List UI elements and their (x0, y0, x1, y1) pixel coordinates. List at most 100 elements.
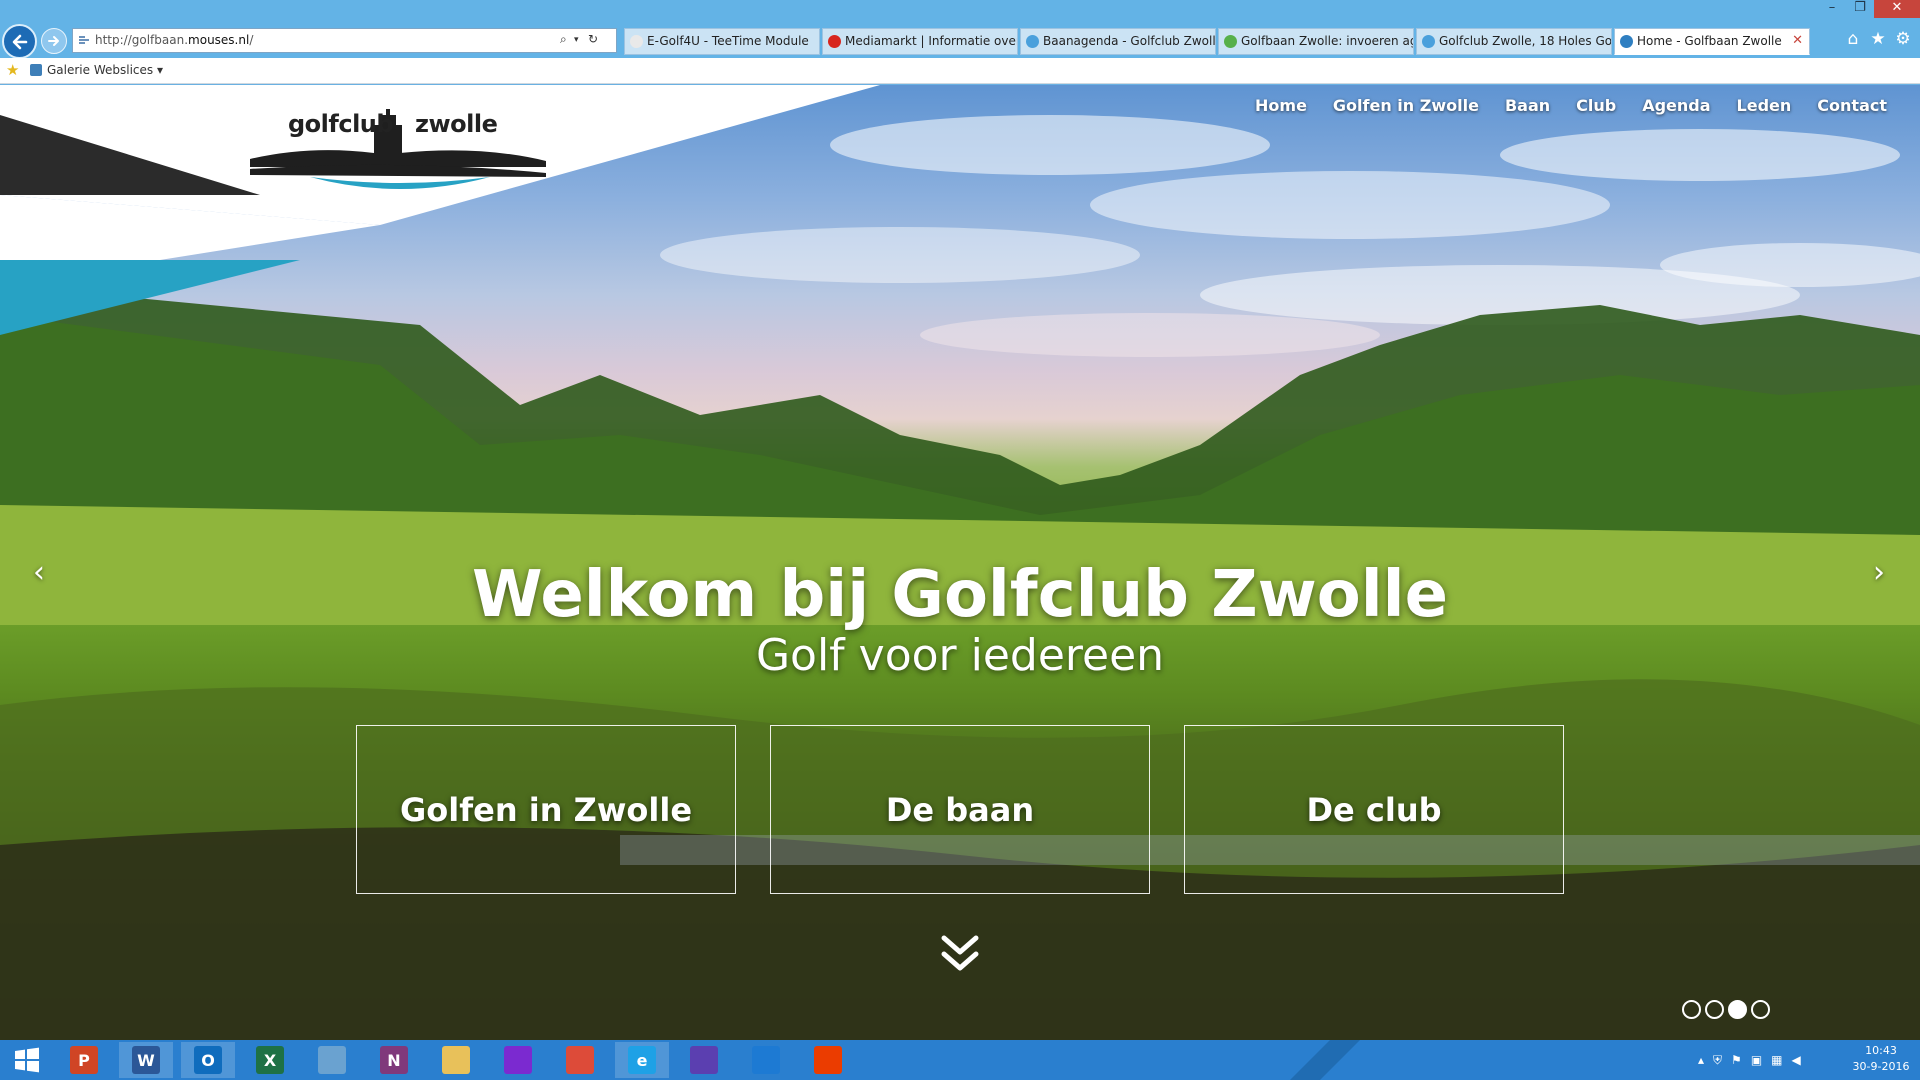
tray-security-icon[interactable]: ⛨ (1713, 1053, 1722, 1068)
start-button[interactable] (0, 1042, 54, 1078)
webslices-label: Galerie Webslices (47, 63, 154, 77)
taskbar-app-button[interactable] (739, 1042, 793, 1078)
cta-label: De baan (885, 790, 1035, 829)
tab-favicon-icon (828, 35, 841, 48)
windows-logo-icon (15, 1047, 39, 1073)
browser-tab[interactable]: E-Golf4U - TeeTime Module (624, 28, 820, 55)
tab-label: Golfclub Zwolle, 18 Holes Golf... (1439, 34, 1612, 48)
browser-titlebar: – ❐ ✕ http://golfbaan.mouses.nl/ ⌕ ▾ ↻ E… (0, 0, 1920, 62)
tab-label: Golfbaan Zwolle: invoeren age... (1241, 34, 1413, 48)
tray-expand-icon[interactable]: ▴ (1698, 1053, 1704, 1067)
file-explorer-icon (442, 1046, 470, 1074)
slider-dot[interactable] (1705, 1000, 1724, 1019)
home-icon[interactable]: ⌂ (1842, 29, 1864, 51)
taskbar-app-button[interactable]: X (243, 1042, 297, 1078)
outlook-icon: O (194, 1046, 222, 1074)
nav-item-baan[interactable]: Baan (1492, 96, 1563, 115)
webslice-icon (30, 64, 42, 76)
word-icon: W (132, 1046, 160, 1074)
hero-subtitle: Golf voor iedereen (755, 630, 1165, 681)
dropdown-arrow-icon[interactable]: ▾ (574, 35, 579, 45)
search-magnifier-icon (504, 1046, 532, 1074)
tab-favicon-icon (1026, 35, 1039, 48)
slider-dot[interactable] (1728, 1000, 1747, 1019)
chrome-icon (566, 1046, 594, 1074)
tab-label: Baanagenda - Golfclub Zwolle (1043, 34, 1216, 48)
main-navigation: Home Golfen in Zwolle Baan Club Agenda Leden C… (1242, 96, 1900, 115)
taskbar-app-button[interactable]: W (119, 1042, 173, 1078)
logo-text-golfclub: golfclub (288, 110, 394, 138)
browser-tab[interactable]: Golfbaan Zwolle: invoeren age... (1218, 28, 1414, 55)
window-close-button[interactable]: ✕ (1874, 0, 1920, 18)
nav-item-golfen-in-zwolle[interactable]: Golfen in Zwolle (1320, 96, 1492, 115)
taskbar-app-button[interactable] (305, 1042, 359, 1078)
arrow-right-icon (48, 36, 59, 46)
tray-device-icon[interactable]: ▣ (1751, 1053, 1762, 1067)
url-domain: mouses.nl (188, 33, 250, 47)
powerpoint-icon: P (70, 1046, 98, 1074)
clock-date: 30-9-2016 (1852, 1060, 1910, 1073)
slider-dot[interactable] (1682, 1000, 1701, 1019)
system-tray: ▴ ⛨ ⚑ ▣ ▦ ◀ (1698, 1040, 1801, 1080)
window-minimize-button[interactable]: – (1818, 0, 1846, 18)
forward-button[interactable] (41, 28, 67, 54)
tab-favicon-icon (1620, 35, 1633, 48)
taskbar-app-button[interactable]: N (367, 1042, 421, 1078)
tab-close-icon[interactable]: ✕ (1792, 33, 1803, 48)
cta-label: De club (1306, 790, 1442, 829)
add-favorite-star-icon[interactable]: ★ (6, 61, 19, 79)
search-icon[interactable]: ⌕ (560, 32, 567, 47)
taskbar-decoration (1290, 1040, 1360, 1080)
tab-favicon-icon (630, 35, 643, 48)
favorites-star-icon[interactable]: ★ (1867, 29, 1889, 51)
nav-item-agenda[interactable]: Agenda (1629, 96, 1723, 115)
address-url[interactable]: http://golfbaan.mouses.nl/ (95, 33, 253, 47)
action-center-flag-icon[interactable]: ⚑ (1731, 1053, 1742, 1067)
nav-item-leden[interactable]: Leden (1724, 96, 1805, 115)
cta-de-club[interactable]: De club (1184, 725, 1564, 894)
taskbar-app-button[interactable]: P (57, 1042, 111, 1078)
hero-title: Welkom bij Golfclub Zwolle (472, 558, 1448, 632)
mail-icon (752, 1046, 780, 1074)
nav-item-home[interactable]: Home (1242, 96, 1320, 115)
tab-label: Home - Golfbaan Zwolle (1637, 34, 1782, 48)
taskbar-app-button[interactable] (491, 1042, 545, 1078)
cta-de-baan[interactable]: De baan (770, 725, 1150, 894)
settings-gear-icon[interactable]: ⚙ (1892, 29, 1914, 51)
taskbar-app-button[interactable] (677, 1042, 731, 1078)
onenote-icon: N (380, 1046, 408, 1074)
refresh-icon[interactable]: ↻ (588, 32, 598, 46)
tab-label: Mediamarkt | Informatie over ... (845, 34, 1018, 48)
remote-desktop-icon (318, 1046, 346, 1074)
nav-item-contact[interactable]: Contact (1804, 96, 1900, 115)
browser-tab[interactable]: Mediamarkt | Informatie over ... (822, 28, 1018, 55)
scroll-down-chevron-icon[interactable] (936, 930, 984, 978)
taskbar-app-button[interactable] (553, 1042, 607, 1078)
excel-icon: X (256, 1046, 284, 1074)
system-clock[interactable]: 10:43 30-9-2016 (1846, 1043, 1916, 1075)
url-suffix: / (249, 33, 254, 47)
settings-app-icon (690, 1046, 718, 1074)
favorites-bar: ★ Galerie Webslices ▾ (0, 58, 1920, 84)
slider-dot[interactable] (1751, 1000, 1770, 1019)
browser-tab[interactable]: Golfclub Zwolle, 18 Holes Golf... (1416, 28, 1612, 55)
address-bar[interactable]: http://golfbaan.mouses.nl/ ⌕ ▾ ↻ (72, 28, 617, 53)
volume-icon[interactable]: ◀ (1792, 1053, 1801, 1067)
network-icon[interactable]: ▦ (1771, 1053, 1782, 1067)
golfclub-zwolle-logo[interactable] (250, 89, 546, 189)
taskbar-app-button[interactable]: e (615, 1042, 669, 1078)
office-icon (814, 1046, 842, 1074)
back-button[interactable] (2, 24, 37, 59)
taskbar-app-button[interactable] (801, 1042, 855, 1078)
nav-item-club[interactable]: Club (1563, 96, 1629, 115)
window-restore-button[interactable]: ❐ (1846, 0, 1874, 18)
cta-golfen-in-zwolle[interactable]: Golfen in Zwolle (356, 725, 736, 894)
logo-text-zwolle: zwolle (415, 110, 498, 138)
taskbar-app-button[interactable] (429, 1042, 483, 1078)
browser-tab[interactable]: Home - Golfbaan Zwolle ✕ (1614, 28, 1810, 55)
cta-label: Golfen in Zwolle (399, 790, 693, 829)
arrow-left-icon (12, 34, 27, 49)
taskbar-app-button[interactable]: O (181, 1042, 235, 1078)
browser-tab[interactable]: Baanagenda - Golfclub Zwolle (1020, 28, 1216, 55)
webslices-gallery-link[interactable]: Galerie Webslices ▾ (30, 63, 163, 77)
